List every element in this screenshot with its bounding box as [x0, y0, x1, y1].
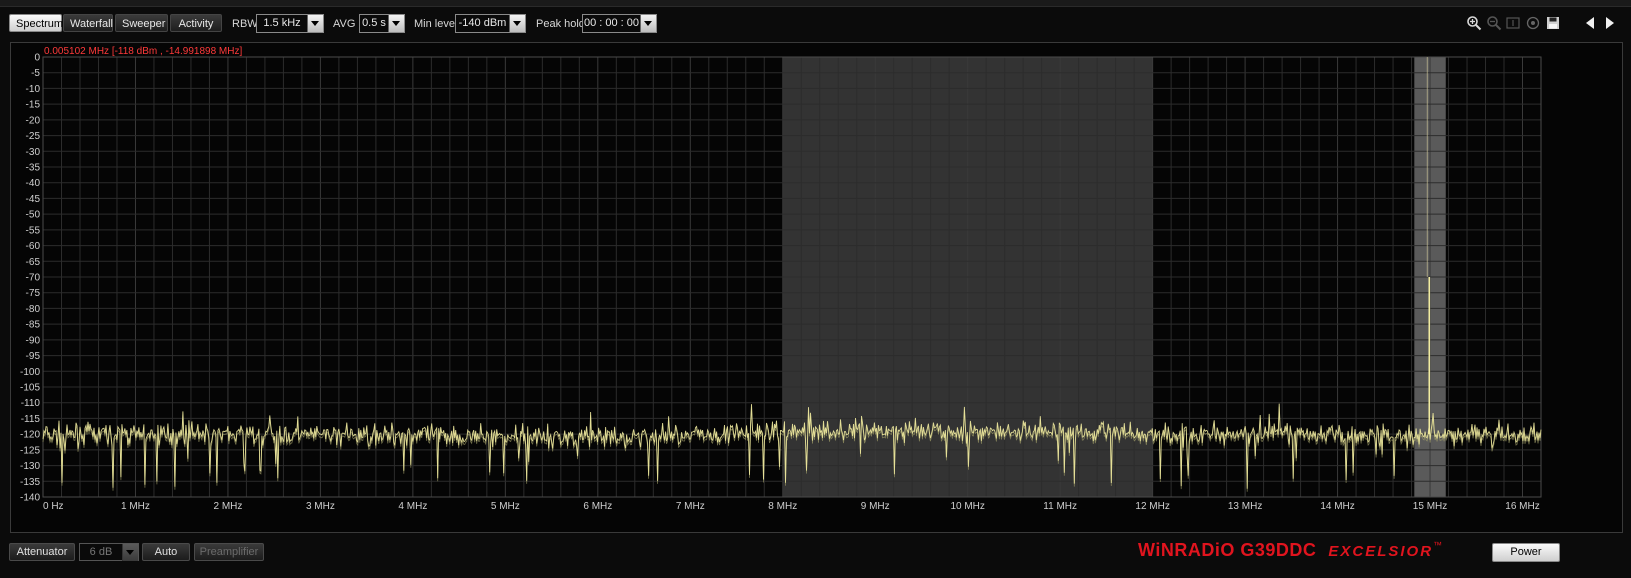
x-tick-label: 11 MHz [1043, 501, 1077, 512]
attenuator-select[interactable]: 6 dB [79, 543, 139, 561]
y-tick-label: -110 [21, 398, 41, 409]
spectrum-panel[interactable]: 0 -5 -10 -15 -20 -25 -30 -35 -40 -45 -50 -55 -60 -65 -… [10, 42, 1623, 533]
avg-select[interactable]: 0.5 s [359, 14, 405, 33]
power-button[interactable]: Power [1492, 543, 1560, 562]
window-top-edge [0, 0, 1631, 7]
x-tick-label: 0 Hz [43, 501, 64, 512]
y-tick-label: -60 [26, 241, 41, 252]
y-tick-label: -95 [26, 351, 41, 362]
chevron-down-icon[interactable] [509, 15, 525, 32]
peak-hold-select[interactable]: 00 : 00 : 00 [582, 14, 657, 33]
zoom-in-icon[interactable] [1466, 15, 1482, 31]
zoom-out-icon[interactable] [1486, 15, 1502, 31]
chevron-down-icon[interactable] [122, 544, 138, 561]
brand-model: WiNRADiO G39DDC [1138, 540, 1317, 560]
y-tick-label: -15 [26, 100, 41, 111]
y-tick-label: -90 [26, 335, 41, 346]
preamplifier-button[interactable]: Preamplifier [194, 543, 264, 561]
spectrum-plot[interactable]: 0 -5 -10 -15 -20 -25 -30 -35 -40 -45 -50 -55 -60 -65 -… [11, 43, 1622, 532]
y-tick-label: -140 [20, 493, 40, 504]
x-tick-label: 10 MHz [950, 501, 984, 512]
zoom-reset-icon[interactable] [1505, 15, 1521, 31]
x-tick-label: 15 MHz [1413, 501, 1447, 512]
y-tick-label: -20 [26, 115, 41, 126]
y-tick-label: -70 [26, 273, 41, 284]
peak-hold-label: Peak hold [536, 18, 585, 30]
x-tick-label: 6 MHz [583, 501, 612, 512]
auto-button[interactable]: Auto [142, 543, 190, 561]
y-tick-label: -30 [26, 147, 41, 158]
y-tick-label: -125 [20, 445, 40, 456]
chevron-down-icon[interactable] [307, 15, 323, 32]
x-tick-label: 5 MHz [491, 501, 520, 512]
y-tick-label: -10 [26, 84, 41, 95]
attenuator-button[interactable]: Attenuator [9, 543, 75, 561]
y-tick-label: -25 [26, 131, 41, 142]
left-arrow-icon[interactable] [1583, 15, 1597, 31]
center-icon[interactable] [1525, 15, 1541, 31]
avg-value: 0.5 s [362, 17, 386, 29]
brand-trademark: ™ [1433, 540, 1443, 550]
y-tick-label: -5 [31, 68, 40, 79]
y-tick-label: -100 [20, 367, 40, 378]
tab-waterfall[interactable]: Waterfall [63, 14, 113, 32]
min-level-value: -140 dBm [458, 17, 507, 29]
x-tick-label: 4 MHz [398, 501, 427, 512]
x-tick-label: 16 MHz [1505, 501, 1539, 512]
bottom-bar: Attenuator 6 dB Auto Preamplifier WiNRAD… [0, 539, 1631, 578]
y-tick-label: -120 [20, 430, 40, 441]
y-tick-label: -135 [20, 477, 40, 488]
x-tick-label: 2 MHz [213, 501, 242, 512]
tab-spectrum[interactable]: Spectrum [9, 14, 63, 32]
y-tick-label: -80 [26, 304, 41, 315]
winradio-logo: WiNRADiO G39DDC EXCELSIOR™ [1138, 540, 1442, 564]
y-tick-label: -115 [21, 414, 41, 425]
min-level-label: Min level [414, 18, 458, 30]
y-tick-label: -105 [20, 383, 40, 394]
tab-activity[interactable]: Activity [170, 14, 222, 32]
x-tick-label: 9 MHz [861, 501, 890, 512]
y-tick-label: -85 [26, 320, 41, 331]
tab-sweeper[interactable]: Sweeper [115, 14, 168, 32]
rbw-label: RBW [232, 18, 258, 30]
avg-label: AVG [333, 18, 356, 30]
x-tick-label: 12 MHz [1135, 501, 1169, 512]
y-tick-label: -50 [26, 210, 41, 221]
y-tick-label: -75 [26, 288, 41, 299]
x-tick-label: 1 MHz [121, 501, 150, 512]
y-tick-label: -35 [26, 163, 41, 174]
save-icon[interactable] [1545, 15, 1561, 31]
x-tick-label: 13 MHz [1228, 501, 1262, 512]
x-tick-label: 8 MHz [768, 501, 797, 512]
chevron-down-icon[interactable] [388, 15, 404, 32]
x-tick-label: 3 MHz [306, 501, 335, 512]
x-tick-label: 7 MHz [676, 501, 705, 512]
attenuator-value: 6 dB [89, 546, 113, 558]
y-tick-label: -40 [26, 178, 41, 189]
x-tick-label: 14 MHz [1320, 501, 1354, 512]
min-level-select[interactable]: -140 dBm [455, 14, 526, 33]
chevron-down-icon[interactable] [640, 15, 656, 32]
rbw-select[interactable]: 1.5 kHz [256, 14, 324, 33]
y-tick-label: -130 [20, 461, 40, 472]
right-arrow-icon[interactable] [1603, 15, 1617, 31]
spectrum-toolbar: Spectrum Waterfall Sweeper Activity RBW … [0, 10, 1631, 36]
y-tick-label: -45 [26, 194, 41, 205]
y-tick-label: -55 [26, 225, 41, 236]
y-tick-label: -65 [26, 257, 41, 268]
y-tick-label: 0 [34, 53, 40, 64]
cursor-readout: 0.005102 MHz [-118 dBm , -14.991898 MHz] [44, 46, 242, 57]
peak-hold-value: 00 : 00 : 00 [583, 17, 640, 29]
rbw-value: 1.5 kHz [263, 17, 301, 29]
brand-edition: EXCELSIOR [1328, 543, 1434, 560]
